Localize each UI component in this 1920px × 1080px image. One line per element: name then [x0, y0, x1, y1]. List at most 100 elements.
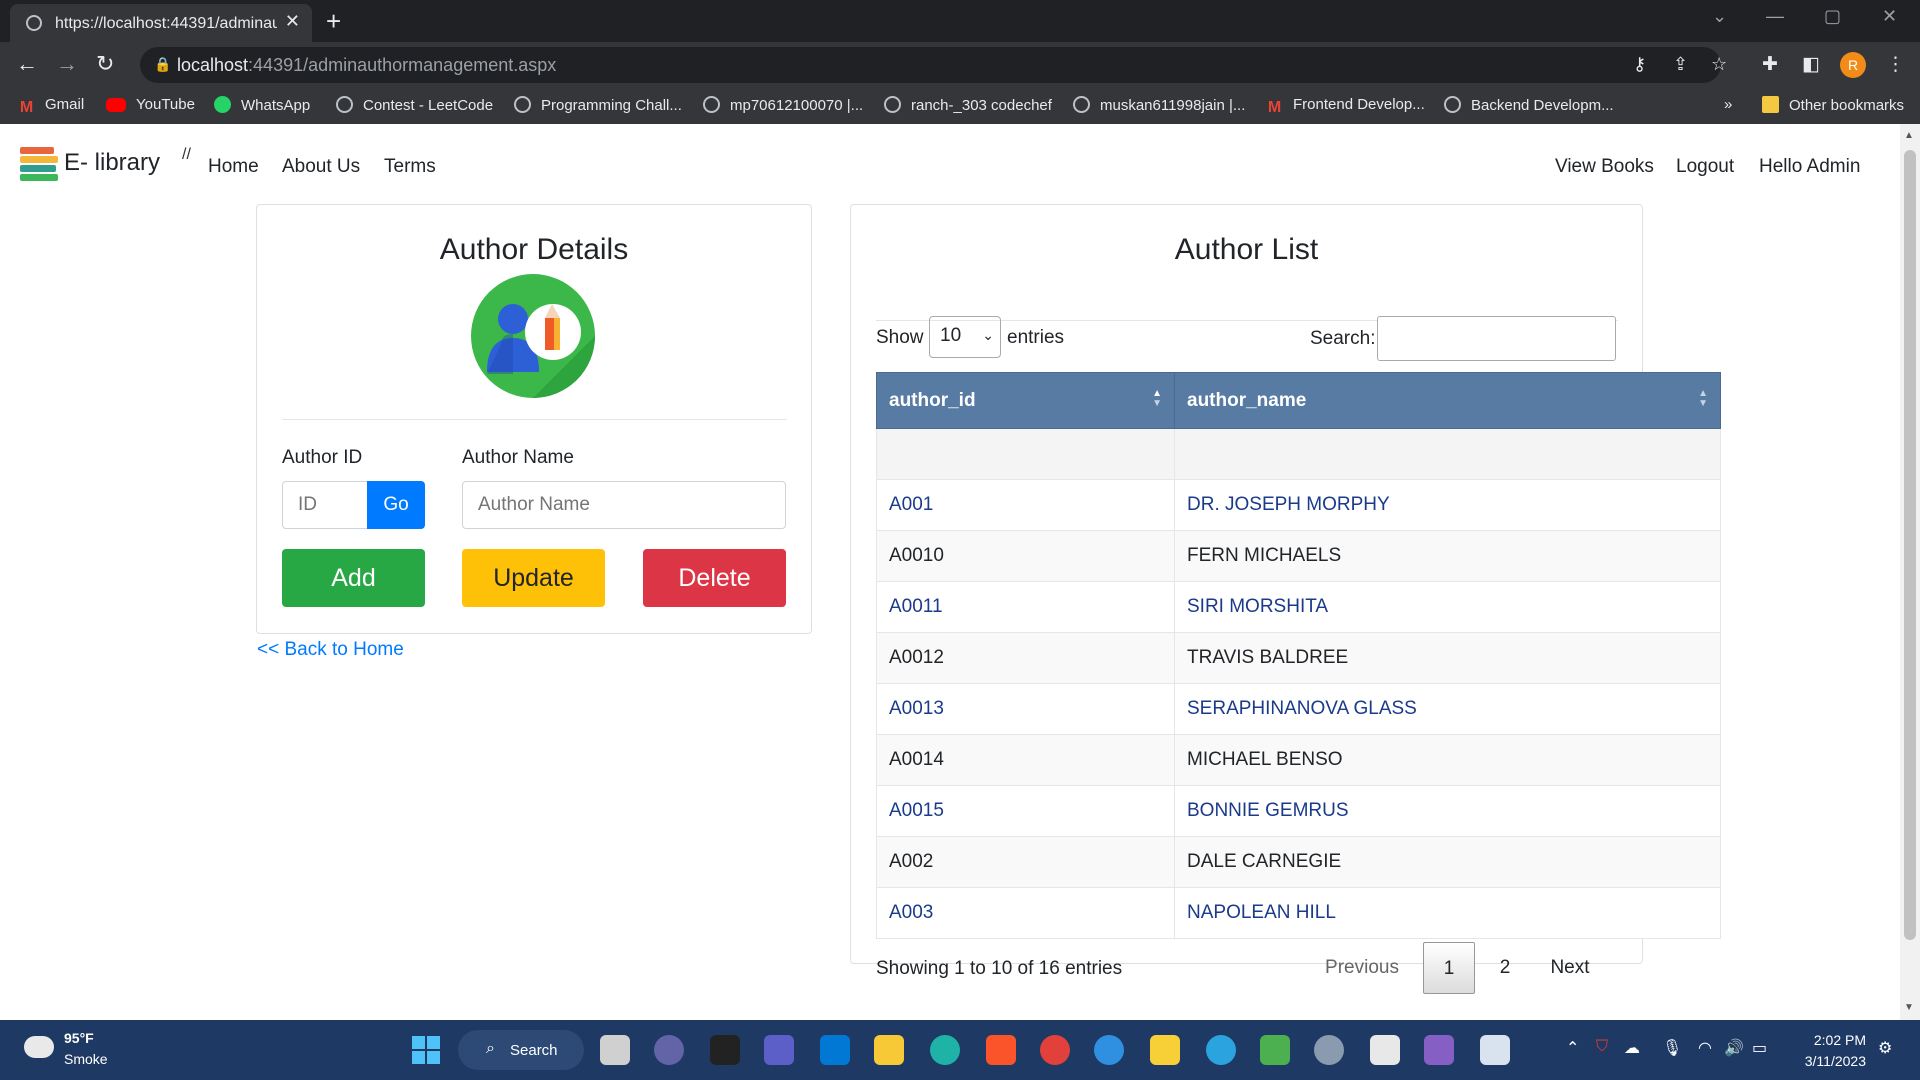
extensions-icon[interactable]: ✚ [1762, 53, 1778, 76]
search-icon: ⌕ [486, 1040, 495, 1057]
bookmark-muskan[interactable]: muskan611998jain |... [1073, 96, 1245, 114]
back-arrow-icon[interactable]: ← [16, 51, 38, 77]
onedrive-cloud-icon[interactable]: ☁ [1624, 1038, 1640, 1058]
globe-icon [514, 96, 531, 113]
chevron-up-icon[interactable]: ⌃ [1566, 1038, 1579, 1058]
nav-view-books-link[interactable]: View Books [1555, 156, 1654, 178]
pagination-page-2[interactable]: 2 [1487, 942, 1523, 994]
pagination-next[interactable]: Next [1535, 942, 1605, 994]
bookmark-backend[interactable]: Backend Developm... [1444, 96, 1614, 114]
cell-author-id: A0010 [876, 530, 1175, 582]
lock-icon[interactable]: 🔒 [154, 56, 171, 73]
wifi-icon[interactable]: ◠ [1698, 1038, 1712, 1058]
iis-express-icon[interactable] [1480, 1035, 1510, 1065]
other-bookmarks[interactable]: Other bookmarks [1762, 96, 1904, 114]
pagination-page-1[interactable]: 1 [1423, 942, 1475, 994]
battery-icon[interactable]: ▭ [1752, 1038, 1767, 1058]
table-row: A0011 SIRI MORSHITA [876, 581, 1721, 633]
bookmark-programming[interactable]: Programming Chall... [514, 96, 682, 114]
go-button[interactable]: Go [367, 481, 425, 529]
key-icon[interactable]: ⚷ [1633, 54, 1646, 75]
mcafee-icon[interactable]: ⛉ [1596, 1038, 1608, 1056]
nav-logout-link[interactable]: Logout [1676, 156, 1734, 178]
bookmark-mp[interactable]: mp70612100070 |... [703, 96, 863, 114]
bookmark-youtube[interactable]: YouTube [106, 96, 195, 113]
nav-hello-admin-link[interactable]: Hello Admin [1759, 156, 1860, 178]
weather-temperature[interactable]: 95°F [64, 1030, 94, 1046]
bookmark-frontend[interactable]: M Frontend Develop... [1266, 96, 1425, 116]
menu-kebab-icon[interactable]: ⋮ [1886, 53, 1905, 76]
cell-author-id: A002 [876, 836, 1175, 888]
brave-icon[interactable] [986, 1035, 1016, 1065]
store-icon[interactable] [1370, 1035, 1400, 1065]
brand-name[interactable]: E- library [64, 149, 160, 177]
edge-icon[interactable] [930, 1035, 960, 1065]
clock-date[interactable]: 3/11/2023 [1790, 1053, 1866, 1069]
star-icon[interactable]: ☆ [1711, 54, 1727, 75]
windows-start-icon[interactable] [412, 1036, 440, 1064]
maximize-icon[interactable]: ▢ [1824, 6, 1841, 27]
column-author-id[interactable]: author_id ▲ ▼ [876, 372, 1175, 429]
sticky-notes-icon[interactable] [1150, 1035, 1180, 1065]
bookmark-leetcode[interactable]: Contest - LeetCode [336, 96, 493, 114]
volume-icon[interactable]: 🔊 [1724, 1038, 1744, 1058]
reload-icon[interactable]: ↻ [96, 51, 114, 77]
task-view-icon[interactable] [600, 1035, 630, 1065]
cell-author-name [1174, 428, 1721, 480]
tab-search-chevron-icon[interactable]: ⌄ [1712, 6, 1727, 27]
add-button[interactable]: Add [282, 549, 425, 607]
clock-time[interactable]: 2:02 PM [1808, 1032, 1866, 1048]
table-row: A001 DR. JOSEPH MORPHY [876, 479, 1721, 531]
back-to-home-link[interactable]: << Back to Home [257, 639, 404, 661]
delete-button[interactable]: Delete [643, 549, 786, 607]
bookmark-whatsapp[interactable]: WhatsApp [214, 96, 310, 114]
author-id-input[interactable] [282, 481, 368, 529]
vscode-icon[interactable] [820, 1035, 850, 1065]
bookmark-codechef[interactable]: ranch-_303 codechef [884, 96, 1052, 114]
meet-icon[interactable] [654, 1035, 684, 1065]
column-author-name[interactable]: author_name ▲ ▼ [1174, 372, 1721, 429]
taskbar-search-button[interactable]: ⌕ Search [458, 1030, 584, 1070]
cell-author-name: SERAPHINANOVA GLASS [1174, 683, 1721, 735]
notification-icon[interactable]: ⚙ [1878, 1038, 1892, 1058]
entries-select[interactable]: 10 ⌄ [929, 316, 1001, 358]
scroll-up-icon[interactable]: ▲ [1904, 130, 1914, 141]
tab-close-button[interactable]: ✕ [285, 11, 300, 32]
telegram-icon[interactable] [1206, 1035, 1236, 1065]
bookmark-gmail[interactable]: M Gmail [18, 96, 84, 116]
minimize-icon[interactable]: — [1766, 6, 1784, 27]
settings-gear-icon[interactable] [1314, 1035, 1344, 1065]
visual-studio-icon[interactable] [1424, 1035, 1454, 1065]
safari-icon[interactable] [1094, 1035, 1124, 1065]
forward-arrow-icon[interactable]: → [56, 51, 78, 77]
weather-cloud-icon[interactable] [24, 1036, 54, 1058]
update-button[interactable]: Update [462, 549, 605, 607]
author-name-input[interactable] [462, 481, 786, 529]
table-search-input[interactable] [1377, 316, 1616, 361]
microphone-icon[interactable]: 🎙 [1662, 1038, 1682, 1058]
weather-condition[interactable]: Smoke [64, 1051, 108, 1067]
address-bar[interactable]: 🔒 localhost:44391/adminauthormanagement.… [140, 47, 1727, 83]
new-tab-button[interactable]: + [326, 6, 341, 37]
git-icon[interactable] [1260, 1035, 1290, 1065]
url-text[interactable]: localhost:44391/adminauthormanagement.as… [177, 55, 556, 76]
scroll-down-icon[interactable]: ▼ [1904, 1002, 1914, 1013]
profile-avatar[interactable]: R [1840, 52, 1866, 78]
side-panel-icon[interactable]: ◧ [1802, 53, 1820, 76]
file-explorer-icon[interactable] [874, 1035, 904, 1065]
share-icon[interactable]: ⇪ [1673, 54, 1688, 75]
nav-terms-link[interactable]: Terms [384, 156, 436, 178]
chrome-icon[interactable] [1040, 1035, 1070, 1065]
nav-home-link[interactable]: Home [208, 156, 259, 178]
browser-tab[interactable]: https://localhost:44391/adminaut ✕ [10, 4, 312, 42]
books-logo-icon[interactable] [20, 147, 58, 183]
nav-about-link[interactable]: About Us [282, 156, 360, 178]
cell-author-name: BONNIE GEMRUS [1174, 785, 1721, 837]
bookmarks-overflow-button[interactable]: » [1724, 96, 1732, 113]
close-window-icon[interactable]: ✕ [1882, 6, 1897, 27]
dev-icon[interactable] [710, 1035, 740, 1065]
page-scrollbar[interactable]: ▲ ▼ [1900, 124, 1920, 1020]
teams-icon[interactable] [764, 1035, 794, 1065]
scroll-thumb[interactable] [1904, 150, 1916, 940]
pagination-previous[interactable]: Previous [1312, 942, 1412, 994]
